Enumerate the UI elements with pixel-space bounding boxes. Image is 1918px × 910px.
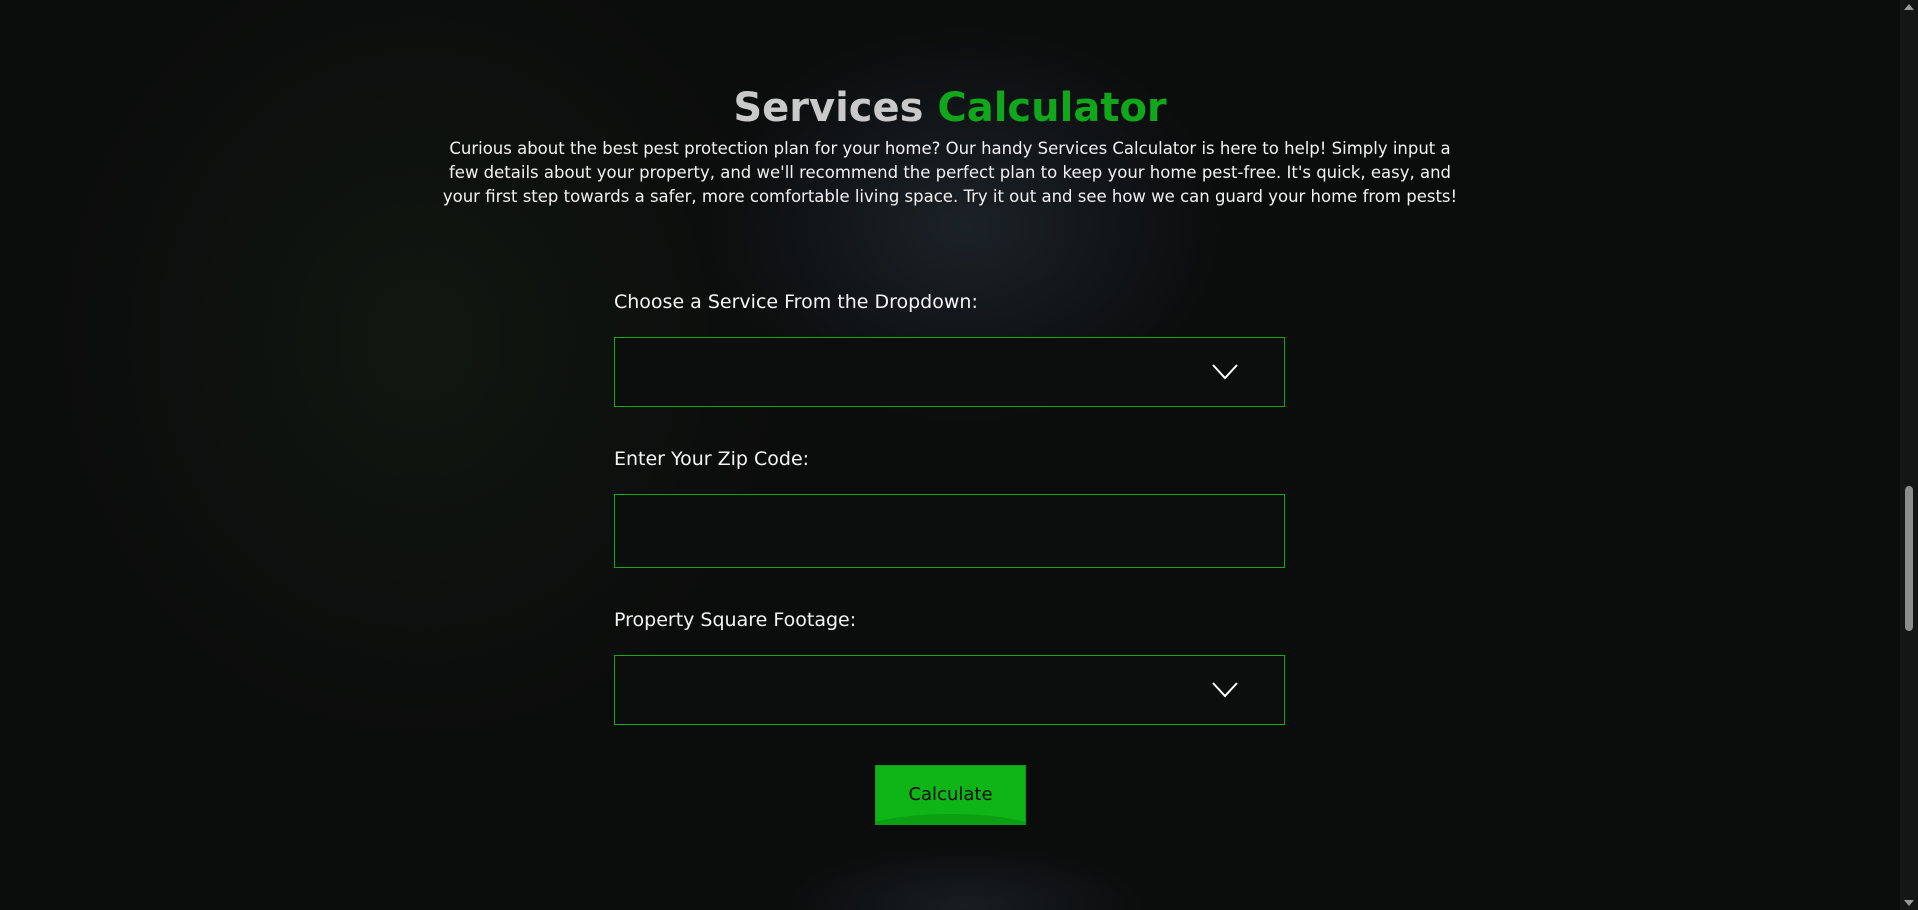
scroll-down-icon[interactable] [1904,900,1914,906]
title-part-services: Services [733,85,924,131]
zip-code-input[interactable] [614,494,1285,568]
square-footage-select[interactable] [614,655,1285,725]
service-select[interactable] [614,337,1285,407]
calculate-button-label: Calculate [908,784,993,805]
chevron-down-icon [1212,364,1238,380]
intro-text: Curious about the best pest protection p… [442,139,1458,206]
title-part-calculator: Calculator [937,85,1167,131]
button-wave-decoration [876,814,1025,824]
calculate-button[interactable]: Calculate [875,765,1026,825]
page-scrollbar[interactable] [1900,0,1918,910]
chevron-down-icon [1212,682,1238,698]
services-calculator-page: Services Calculator Curious about the be… [0,0,1918,910]
zip-label: Enter Your Zip Code: [614,448,810,470]
scroll-up-icon[interactable] [1904,4,1914,10]
service-label: Choose a Service From the Dropdown: [614,291,978,313]
footage-label: Property Square Footage: [614,609,857,631]
page-title: Services Calculator [0,80,1900,136]
scrollbar-thumb[interactable] [1905,486,1913,631]
